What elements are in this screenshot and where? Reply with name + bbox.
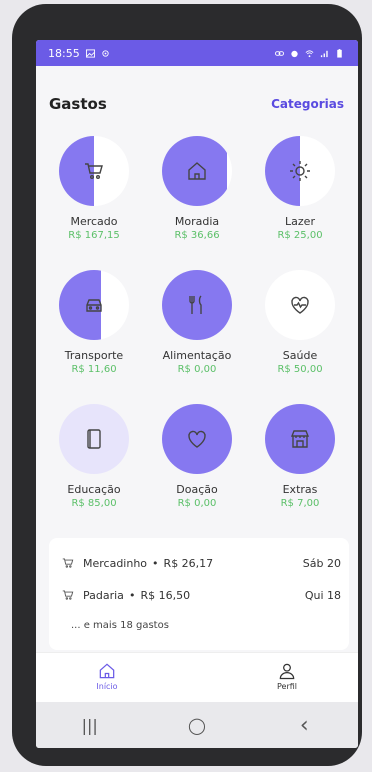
user-icon	[279, 663, 295, 680]
link-icon	[275, 50, 284, 56]
category-label: Saúde	[282, 349, 318, 362]
tab-label: Início	[96, 682, 118, 691]
categories-link[interactable]: Categorias	[271, 97, 344, 111]
category-doacao[interactable]: Doação R$ 0,00	[144, 404, 250, 509]
book-icon	[87, 429, 101, 449]
category-value: R$ 85,00	[71, 498, 117, 509]
category-lazer[interactable]: Lazer R$ 25,00	[247, 136, 353, 241]
car-icon	[86, 299, 102, 312]
category-circle[interactable]	[265, 404, 335, 474]
status-bar: 18:55	[36, 40, 358, 66]
status-time: 18:55	[48, 46, 80, 60]
recent-expenses-card[interactable]: Mercadinho • R$ 26,17 Sáb 20 Padaria • R…	[49, 538, 349, 650]
category-educacao[interactable]: Educação R$ 85,00	[41, 404, 147, 509]
heart-icon	[188, 430, 206, 448]
category-label: Transporte	[64, 349, 124, 362]
category-mercado[interactable]: Mercado R$ 167,15	[41, 136, 147, 241]
list-item[interactable]: Mercadinho • R$ 26,17 Sáb 20	[61, 556, 341, 570]
back-button[interactable]: ‹	[284, 713, 324, 738]
category-transporte[interactable]: Transporte R$ 11,60	[41, 270, 147, 375]
category-circle[interactable]	[162, 270, 232, 340]
category-moradia[interactable]: Moradia R$ 36,66	[144, 136, 250, 241]
category-value: R$ 36,66	[174, 230, 220, 241]
phone-frame: 18:55 Gastos Categorias Mercado R$ 167,1…	[12, 4, 362, 766]
image-icon	[85, 48, 95, 58]
category-saude[interactable]: Saúde R$ 50,00	[247, 270, 353, 375]
category-circle[interactable]	[59, 404, 129, 474]
expense-date: Sáb 20	[302, 556, 341, 570]
utensils-icon	[189, 295, 202, 314]
recent-apps-button[interactable]: |||	[70, 716, 110, 735]
category-label: Mercado	[70, 215, 118, 228]
home-icon	[99, 663, 115, 679]
category-label: Extras	[282, 483, 318, 496]
category-value: R$ 0,00	[177, 364, 217, 375]
alarm-icon	[291, 50, 298, 57]
category-circle[interactable]	[265, 136, 335, 206]
home-icon	[188, 162, 206, 180]
category-label: Educação	[67, 483, 121, 496]
category-extras[interactable]: Extras R$ 7,00	[247, 404, 353, 509]
store-icon	[290, 430, 310, 448]
app-screen: 18:55 Gastos Categorias Mercado R$ 167,1…	[36, 40, 358, 748]
page-title: Gastos	[49, 95, 107, 113]
category-label: Lazer	[285, 215, 315, 228]
category-value: R$ 7,00	[280, 498, 320, 509]
bottom-tab-bar: Início Perfil	[36, 652, 358, 703]
expense-name: Mercadinho	[83, 556, 148, 570]
category-value: R$ 11,60	[71, 364, 117, 375]
category-circle[interactable]	[265, 270, 335, 340]
category-circle[interactable]	[162, 136, 232, 206]
separator-dot: •	[152, 556, 159, 570]
category-value: R$ 25,00	[277, 230, 323, 241]
expense-value: R$ 26,17	[163, 556, 214, 570]
category-label: Moradia	[174, 215, 220, 228]
category-alimentacao[interactable]: Alimentação R$ 0,00	[144, 270, 250, 375]
header: Gastos Categorias	[36, 66, 358, 114]
system-nav-bar: ||| ◯ ‹	[36, 702, 358, 748]
home-button[interactable]: ◯	[177, 716, 217, 735]
tab-perfil[interactable]: Perfil	[257, 661, 317, 691]
health-heart-icon	[291, 296, 309, 314]
category-value: R$ 167,15	[68, 230, 120, 241]
category-value: R$ 0,00	[177, 498, 217, 509]
expense-date: Qui 18	[304, 588, 341, 602]
separator-dot: •	[128, 588, 136, 602]
wifi-icon	[305, 49, 314, 57]
category-value: R$ 50,00	[277, 364, 323, 375]
category-label: Doação	[176, 483, 218, 496]
sun-icon	[290, 161, 310, 181]
tab-inicio[interactable]: Início	[77, 661, 137, 691]
category-label: Alimentação	[162, 349, 232, 362]
category-circle[interactable]	[162, 404, 232, 474]
expense-value: R$ 16,50	[140, 588, 191, 602]
list-item[interactable]: Padaria • R$ 16,50 Qui 18	[61, 588, 341, 602]
cart-icon	[62, 558, 74, 568]
battery-icon	[337, 48, 342, 58]
cart-icon	[85, 163, 103, 180]
category-circle[interactable]	[59, 270, 129, 340]
signal-icon	[320, 50, 328, 57]
tab-label: Perfil	[276, 682, 297, 691]
more-expenses-link[interactable]: ... e mais 18 gastos	[71, 620, 169, 631]
cart-icon	[62, 590, 74, 600]
settings-icon	[102, 49, 109, 57]
category-circle[interactable]	[59, 136, 129, 206]
expense-name: Padaria	[83, 588, 124, 602]
page: 18:55 Gastos Categorias Mercado R$ 167,1…	[0, 0, 372, 772]
